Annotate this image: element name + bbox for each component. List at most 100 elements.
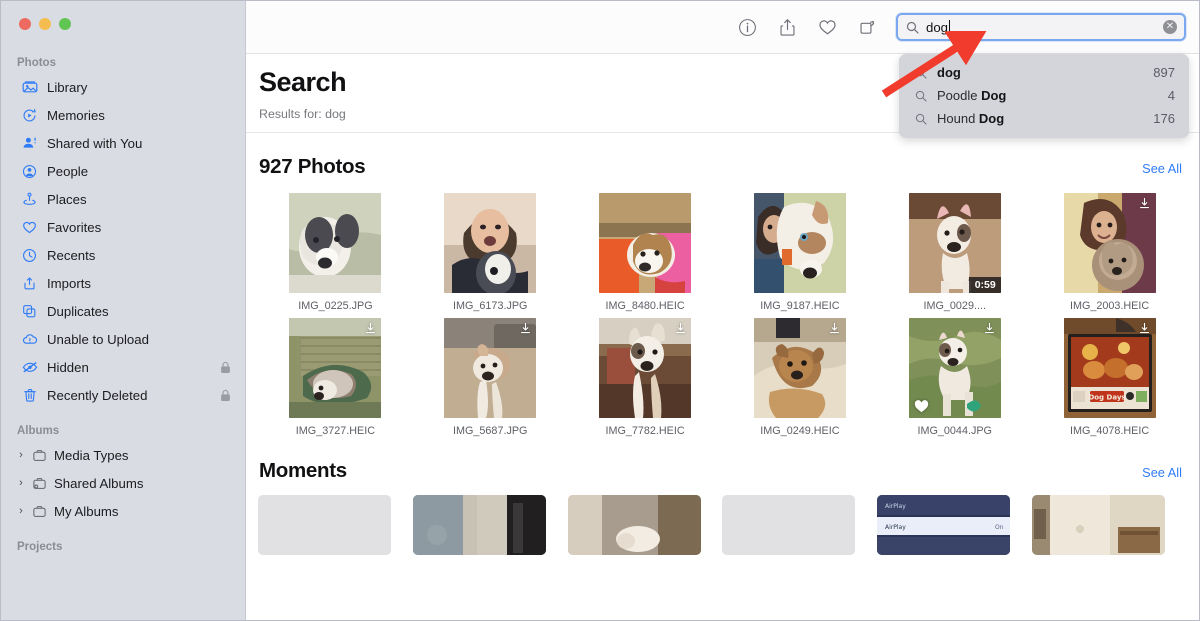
suggestion-count: 4 [1168, 88, 1175, 103]
sidebar-section-projects-title: Projects [1, 541, 245, 557]
photo-cell[interactable]: IMG_7782.HEIC [568, 318, 723, 437]
moment-thumbnail[interactable] [413, 495, 546, 555]
search-icon [915, 90, 928, 102]
sidebar-item-label: Library [47, 80, 231, 95]
sidebar-item-recents[interactable]: Recents [1, 241, 245, 269]
sidebar-item-my-albums[interactable]: › My Albums [1, 497, 245, 525]
moment-thumbnail[interactable] [568, 495, 701, 555]
svg-text:AirPlay: AirPlay [885, 524, 906, 531]
photo-caption: IMG_0225.JPG [298, 300, 372, 312]
icloud-download-badge [518, 321, 532, 335]
chevron-right-icon[interactable]: › [15, 505, 27, 517]
photo-thumbnail[interactable] [1064, 193, 1156, 293]
rotate-icon[interactable] [856, 16, 878, 38]
moments-strip: AirPlay AirPlay On [246, 483, 1199, 555]
folder-icon [31, 503, 48, 520]
photo-caption: IMG_4078.HEIC [1070, 425, 1149, 437]
moment-thumbnail[interactable] [1032, 495, 1165, 555]
photo-thumbnail[interactable] [599, 193, 691, 293]
photo-thumbnail[interactable] [444, 318, 536, 418]
photo-thumbnail[interactable] [289, 193, 381, 293]
favorite-icon[interactable] [816, 16, 838, 38]
icloud-download-badge [673, 321, 687, 335]
sidebar-item-label: Hidden [47, 360, 211, 375]
photo-cell[interactable]: IMG_9187.HEIC [722, 193, 877, 312]
sidebar-item-label: Imports [47, 276, 231, 291]
photo-caption: IMG_3727.HEIC [296, 425, 375, 437]
info-icon[interactable] [736, 16, 758, 38]
photo-caption: IMG_2003.HEIC [1070, 300, 1149, 312]
photo-thumbnail[interactable]: Dog Days [1064, 318, 1156, 418]
sidebar-item-media-types[interactable]: › Media Types [1, 441, 245, 469]
clear-search-button[interactable]: ✕ [1163, 20, 1177, 34]
photo-thumbnail[interactable]: 0:59 [909, 193, 1001, 293]
photo-cell[interactable]: IMG_0044.JPG [877, 318, 1032, 437]
search-input[interactable]: dog [926, 20, 1157, 35]
suggestion-label: Hound Dog [937, 111, 1144, 126]
photo-cell[interactable]: IMG_5687.JPG [413, 318, 568, 437]
main-area: dog ✕ dog 897 [246, 1, 1199, 620]
suggestion-item-dog[interactable]: dog 897 [899, 61, 1189, 84]
content-scroll-area[interactable]: Search Results for: dog 927 Photos See A… [246, 54, 1199, 620]
photo-thumbnail[interactable] [444, 193, 536, 293]
sidebar-item-places[interactable]: Places [1, 185, 245, 213]
photos-see-all-link[interactable]: See All [1142, 161, 1182, 176]
icloud-download-badge [983, 321, 997, 335]
sidebar-item-duplicates[interactable]: Duplicates [1, 297, 245, 325]
suggestion-prefix: Hound [937, 111, 979, 126]
photo-cell[interactable]: IMG_8480.HEIC [568, 193, 723, 312]
toolbar: dog ✕ [246, 1, 1199, 54]
sidebar-item-label: People [47, 164, 231, 179]
sidebar-item-shared-albums[interactable]: › Shared Albums [1, 469, 245, 497]
photo-caption: IMG_8480.HEIC [605, 300, 684, 312]
sidebar-item-people[interactable]: People [1, 157, 245, 185]
suggestion-item-hound-dog[interactable]: Hound Dog 176 [899, 107, 1189, 130]
sidebar-item-library[interactable]: Library [1, 73, 245, 101]
moments-see-all-link[interactable]: See All [1142, 465, 1182, 480]
sidebar-item-memories[interactable]: Memories [1, 101, 245, 129]
clock-icon [21, 247, 38, 264]
cloud-warning-icon [21, 331, 38, 348]
sidebar-item-favorites[interactable]: Favorites [1, 213, 245, 241]
photo-thumbnail[interactable] [599, 318, 691, 418]
chevron-right-icon[interactable]: › [15, 449, 27, 461]
maximize-window-button[interactable] [59, 18, 71, 30]
sidebar-item-recently-deleted[interactable]: Recently Deleted [1, 381, 245, 409]
photo-caption: IMG_0249.HEIC [760, 425, 839, 437]
moment-thumbnail[interactable] [258, 495, 391, 555]
photo-thumbnail[interactable] [909, 318, 1001, 418]
close-window-button[interactable] [19, 18, 31, 30]
icloud-download-badge [828, 321, 842, 335]
photo-caption: IMG_6173.JPG [453, 300, 527, 312]
icloud-download-badge [1138, 321, 1152, 335]
memories-icon [21, 107, 38, 124]
sidebar-item-unable-to-upload[interactable]: Unable to Upload [1, 325, 245, 353]
minimize-window-button[interactable] [39, 18, 51, 30]
suggestion-item-poodle-dog[interactable]: Poodle Dog 4 [899, 84, 1189, 107]
share-icon[interactable] [776, 16, 798, 38]
photo-cell[interactable]: IMG_6173.JPG [413, 193, 568, 312]
photo-cell[interactable]: IMG_2003.HEIC [1032, 193, 1187, 312]
sidebar-item-label: Favorites [47, 220, 231, 235]
sidebar-item-shared-with-you[interactable]: Shared with You [1, 129, 245, 157]
suggestion-count: 176 [1153, 111, 1175, 126]
photos-app-window: Photos Library Memories [0, 0, 1200, 621]
suggestion-prefix: Poodle [937, 88, 981, 103]
photo-thumbnail[interactable] [754, 318, 846, 418]
search-field[interactable]: dog ✕ [896, 13, 1186, 41]
moment-thumbnail[interactable]: AirPlay AirPlay On [877, 495, 1010, 555]
icloud-download-badge [363, 321, 377, 335]
photo-cell[interactable]: IMG_0225.JPG [258, 193, 413, 312]
sidebar-item-imports[interactable]: Imports [1, 269, 245, 297]
photo-cell[interactable]: 0:59 IMG_0029.... [877, 193, 1032, 312]
photo-caption: IMG_5687.JPG [453, 425, 527, 437]
sidebar-item-hidden[interactable]: Hidden [1, 353, 245, 381]
photo-thumbnail[interactable] [754, 193, 846, 293]
moment-thumbnail[interactable] [722, 495, 855, 555]
photo-cell[interactable]: IMG_0249.HEIC [722, 318, 877, 437]
photo-cell[interactable]: IMG_3727.HEIC [258, 318, 413, 437]
photo-thumbnail[interactable] [289, 318, 381, 418]
favorite-badge-icon [914, 399, 929, 414]
chevron-right-icon[interactable]: › [15, 477, 27, 489]
photo-cell[interactable]: Dog Days IMG_4 [1032, 318, 1187, 437]
